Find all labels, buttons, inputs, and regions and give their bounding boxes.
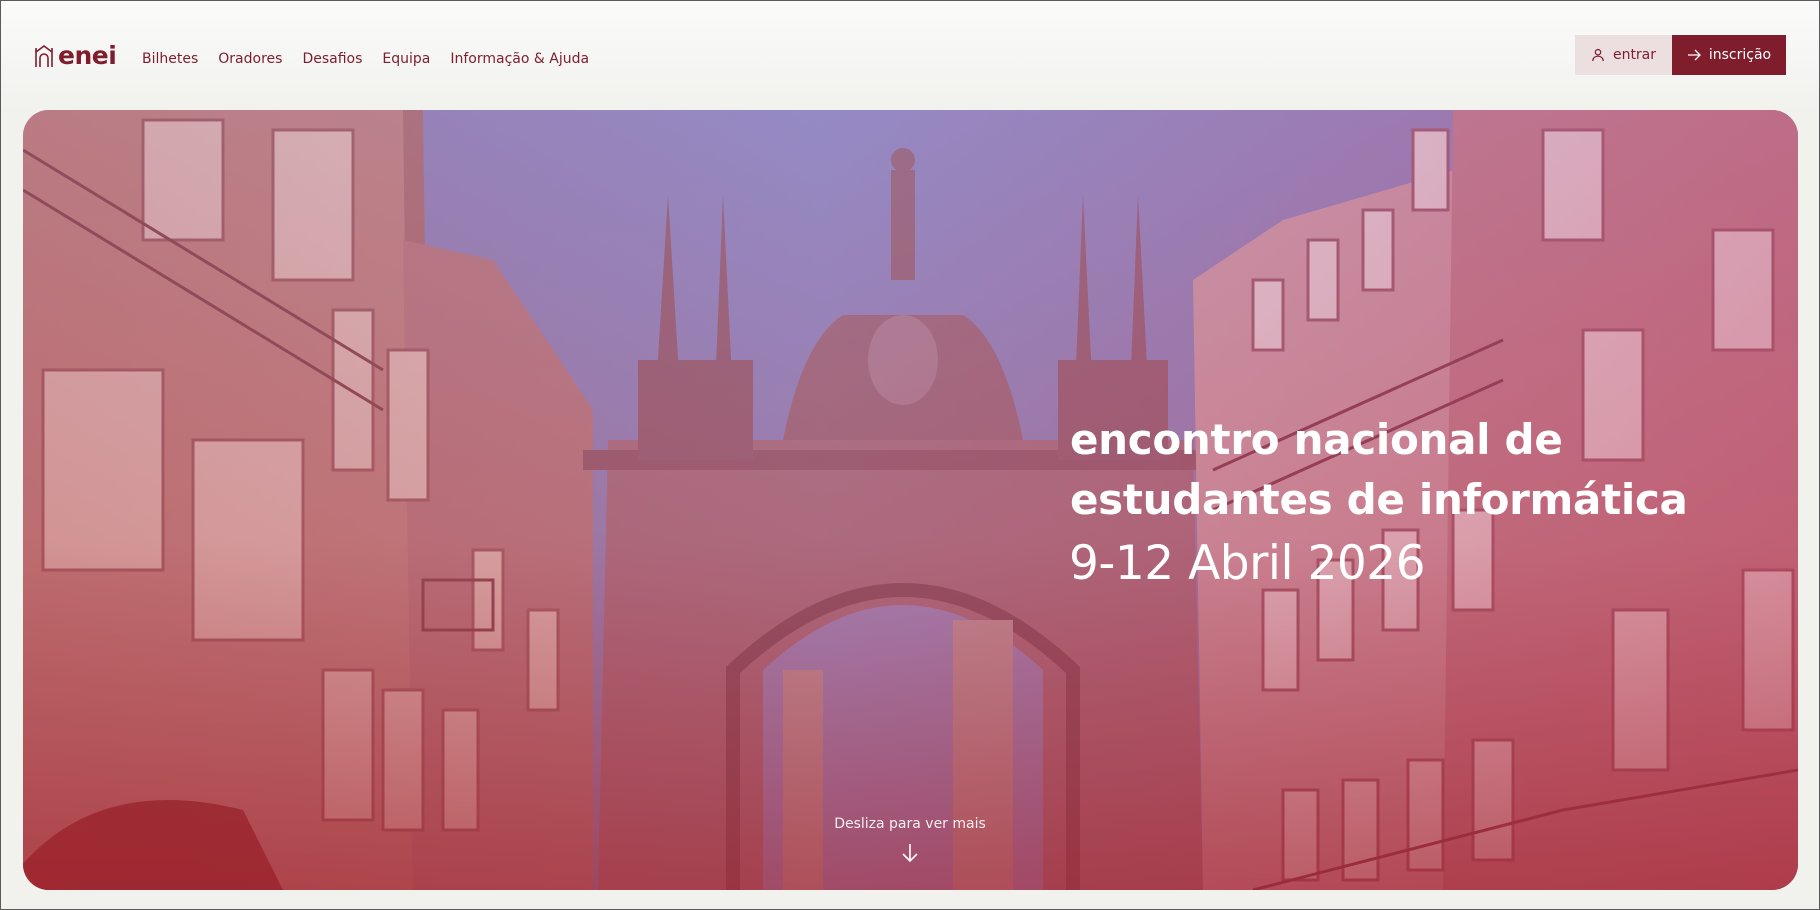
main-nav: Bilhetes Oradores Desafios Equipa Inform… [142,48,589,70]
nav-item-equipa[interactable]: Equipa [382,51,430,67]
nav-item-desafios[interactable]: Desafios [302,51,362,67]
page-frame: enei Bilhetes Oradores Desafios Equipa I… [0,0,1820,910]
register-button[interactable]: inscrição [1672,35,1786,75]
login-button[interactable]: entrar [1575,35,1672,75]
site-header: enei Bilhetes Oradores Desafios Equipa I… [1,1,1820,109]
nav-item-bilhetes[interactable]: Bilhetes [142,51,198,67]
arrow-right-icon [1687,49,1701,61]
hero-title-line-1: encontro nacional de [1070,415,1563,464]
login-label: entrar [1612,47,1657,63]
arrow-down-icon[interactable] [899,842,921,864]
arch-logo-icon [35,45,53,67]
nav-item-oradores[interactable]: Oradores [218,51,282,67]
event-date: 9-12 Abril 2026 [1069,536,1426,591]
logo[interactable]: enei [34,41,117,71]
user-icon [1592,48,1604,62]
nav-item-informacao-ajuda[interactable]: Informação & Ajuda [450,51,589,67]
register-label: inscrição [1708,47,1772,63]
hero-title: encontro nacional de estudantes de infor… [1070,410,1770,530]
hero-title-line-2: estudantes de informática [1070,475,1688,524]
scroll-hint: Desliza para ver mais [834,816,986,832]
logo-text: enei [58,41,117,70]
hero-banner: encontro nacional de estudantes de infor… [23,110,1798,890]
